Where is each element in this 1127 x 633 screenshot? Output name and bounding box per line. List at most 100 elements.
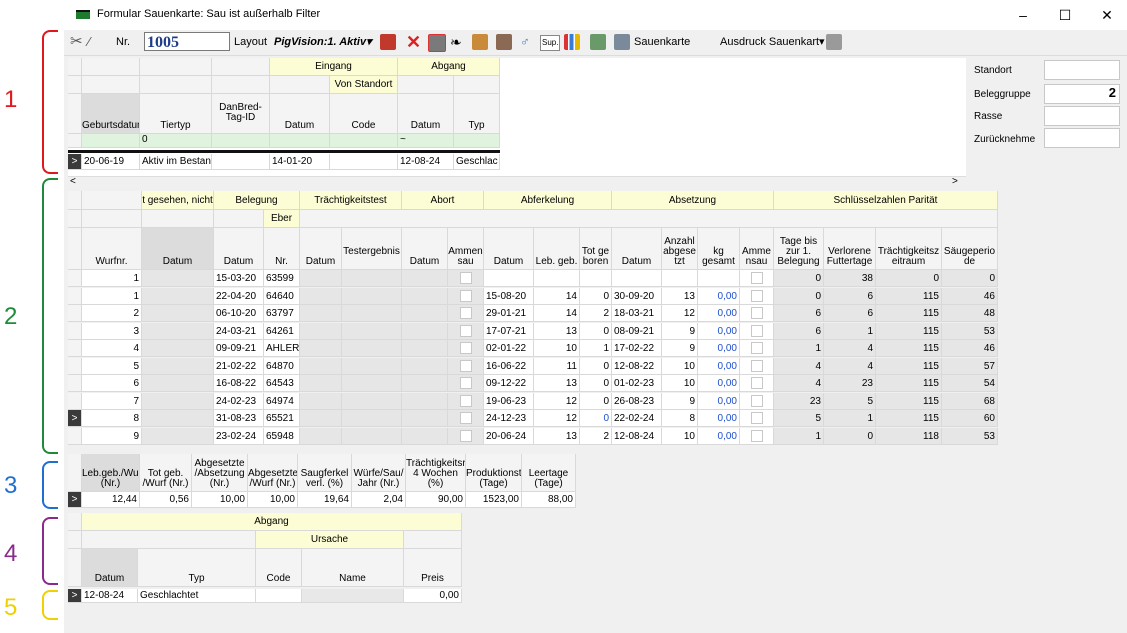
cell-as-ammensau[interactable] [740, 270, 774, 287]
cell-tt-datum[interactable] [300, 392, 342, 410]
row-selector[interactable] [68, 375, 82, 392]
layout-dropdown[interactable]: PigVision:1. Aktiv▾ [274, 33, 372, 51]
cell-datum-gesehen[interactable] [142, 305, 214, 322]
cell-tt-ergebnis[interactable] [342, 427, 402, 445]
kpi-header[interactable]: Leb.geb./Wurf (Nr.) [82, 454, 140, 492]
abgang-cell-datum[interactable]: 12-08-24 [82, 589, 138, 603]
cell-as-datum[interactable]: 18-03-21 [612, 305, 662, 322]
nr-input[interactable]: 1005 [144, 32, 230, 51]
cell-af-datum[interactable]: 09-12-22 [484, 375, 534, 392]
cell-belegung-datum[interactable]: 15-03-20 [214, 270, 264, 287]
cell-sz-verl[interactable]: 5 [824, 392, 876, 410]
checkbox[interactable] [750, 412, 763, 424]
cell-belegung-nr[interactable]: 63797 [264, 305, 300, 322]
cell-af-datum[interactable]: 17-07-21 [484, 322, 534, 340]
checkbox[interactable] [459, 272, 472, 284]
cell-as-anzahl[interactable]: 9 [662, 322, 698, 340]
cell-sz-traecht[interactable]: 115 [876, 357, 942, 375]
checkbox[interactable] [750, 289, 763, 302]
row-selector[interactable]: > [68, 410, 82, 427]
cell-tt-datum[interactable] [300, 287, 342, 305]
cell-belegung-nr[interactable]: 65948 [264, 427, 300, 445]
cell-datum-gesehen[interactable] [142, 270, 214, 287]
cell-as-datum[interactable]: 22-02-24 [612, 410, 662, 427]
cell-abgang-datum[interactable]: 12-08-24 [398, 154, 454, 170]
kpi-header[interactable]: Trächtigkeitsrate 4 Wochen (%) [406, 454, 466, 492]
cell-abort-datum[interactable] [402, 357, 448, 375]
col-datum-gesehen[interactable]: Datum [142, 228, 214, 270]
kpi-header[interactable]: Saugferkel verl. (%) [298, 454, 352, 492]
syringe-icon[interactable]: ♂ [520, 33, 530, 51]
cell-belegung-datum[interactable]: 22-04-20 [214, 287, 264, 305]
cell-as-anzahl[interactable]: 9 [662, 340, 698, 357]
cell-tt-ergebnis[interactable] [342, 322, 402, 340]
cell-af-datum[interactable]: 02-01-22 [484, 340, 534, 357]
cell-as-kg[interactable]: 0,00 [698, 410, 740, 427]
cell-belegung-nr[interactable]: 64640 [264, 287, 300, 305]
cell-tt-datum[interactable] [300, 322, 342, 340]
cell-as-kg[interactable] [698, 270, 740, 287]
cell-abort-ammensau[interactable] [448, 357, 484, 375]
cell-abort-datum[interactable] [402, 287, 448, 305]
cell-tt-datum[interactable] [300, 427, 342, 445]
cell-tt-ergebnis[interactable] [342, 375, 402, 392]
cell-as-datum[interactable]: 30-09-20 [612, 287, 662, 305]
scroll-left-button[interactable]: < [70, 176, 76, 187]
cell-sz-traecht[interactable]: 115 [876, 305, 942, 322]
cell-datum-gesehen[interactable] [142, 287, 214, 305]
col-geburtsdatum[interactable]: Geburtsdatum [82, 94, 140, 134]
cell-sz-saeuge[interactable]: 68 [942, 392, 998, 410]
cell-as-anzahl[interactable]: 13 [662, 287, 698, 305]
table-row[interactable]: 1 15-03-20 63599 0 38 0 0 [68, 270, 998, 287]
abgang-cell-preis[interactable]: 0,00 [404, 589, 462, 603]
cell-as-ammensau[interactable] [740, 287, 774, 305]
cell-sz-traecht[interactable]: 115 [876, 392, 942, 410]
cell-af-tot[interactable] [580, 270, 612, 287]
cell-as-anzahl[interactable]: 10 [662, 427, 698, 445]
kpi-header[interactable]: Tot geb. /Wurf (Nr.) [140, 454, 192, 492]
cell-as-kg[interactable]: 0,00 [698, 427, 740, 445]
col-sz-saeuge[interactable]: Säugeperiode [942, 228, 998, 270]
cell-tt-datum[interactable] [300, 410, 342, 427]
table-row[interactable]: 5 21-02-22 64870 16-06-22 11 0 12-08-22 10 0,00 4… [68, 357, 998, 375]
cell-sz-verl[interactable]: 1 [824, 322, 876, 340]
kpi-value[interactable]: 19,64 [298, 492, 352, 508]
kpi-value[interactable]: 2,04 [352, 492, 406, 508]
filter-tiertyp[interactable]: 0 [140, 134, 212, 148]
filter-geburtsdatum[interactable] [82, 134, 140, 148]
cell-sz-traecht[interactable]: 0 [876, 270, 942, 287]
row-selector[interactable] [68, 287, 82, 305]
row-selector[interactable] [68, 305, 82, 322]
close-button[interactable]: ✕ [1092, 4, 1122, 26]
cell-as-datum[interactable]: 17-02-22 [612, 340, 662, 357]
table-row[interactable]: 4 09-09-21 AHLER 02-01-22 10 1 17-02-22 9 0,00 1 4… [68, 340, 998, 357]
cell-abort-ammensau[interactable] [448, 375, 484, 392]
cell-datum-gesehen[interactable] [142, 357, 214, 375]
table-row[interactable]: 6 16-08-22 64543 09-12-22 13 0 01-02-23 10 0,00 4… [68, 375, 998, 392]
cell-sz-saeuge[interactable]: 57 [942, 357, 998, 375]
cell-sz-saeuge[interactable]: 53 [942, 322, 998, 340]
cell-belegung-datum[interactable]: 24-03-21 [214, 322, 264, 340]
cell-af-tot[interactable]: 2 [580, 305, 612, 322]
checkbox[interactable] [750, 359, 763, 372]
col-af-datum[interactable]: Datum [484, 228, 534, 270]
cell-af-tot[interactable]: 0 [580, 410, 612, 427]
checkbox[interactable] [459, 412, 472, 424]
cell-sz-saeuge[interactable]: 53 [942, 427, 998, 445]
cell-af-leb[interactable]: 10 [534, 340, 580, 357]
cell-abort-datum[interactable] [402, 322, 448, 340]
filter-danbred[interactable] [212, 134, 270, 148]
cell-as-anzahl[interactable]: 12 [662, 305, 698, 322]
cell-wurfnr[interactable]: 3 [82, 322, 142, 340]
delete-icon[interactable]: ✕ [406, 33, 421, 51]
abgang-cell-typ[interactable]: Geschlachtet [138, 589, 256, 603]
cell-belegung-datum[interactable]: 06-10-20 [214, 305, 264, 322]
table-row[interactable]: 1 22-04-20 64640 15-08-20 14 0 30-09-20 13 0,00 0… [68, 287, 998, 305]
cell-as-kg[interactable]: 0,00 [698, 357, 740, 375]
col-tt-datum[interactable]: Datum [300, 228, 342, 270]
cell-sz-traecht[interactable]: 115 [876, 287, 942, 305]
cell-belegung-datum[interactable]: 23-02-24 [214, 427, 264, 445]
cell-tt-datum[interactable] [300, 270, 342, 287]
kpi-header[interactable]: Abgesetzte /Wurf (Nr.) [248, 454, 298, 492]
cell-tiertyp[interactable]: Aktiv im Bestan [140, 154, 212, 170]
